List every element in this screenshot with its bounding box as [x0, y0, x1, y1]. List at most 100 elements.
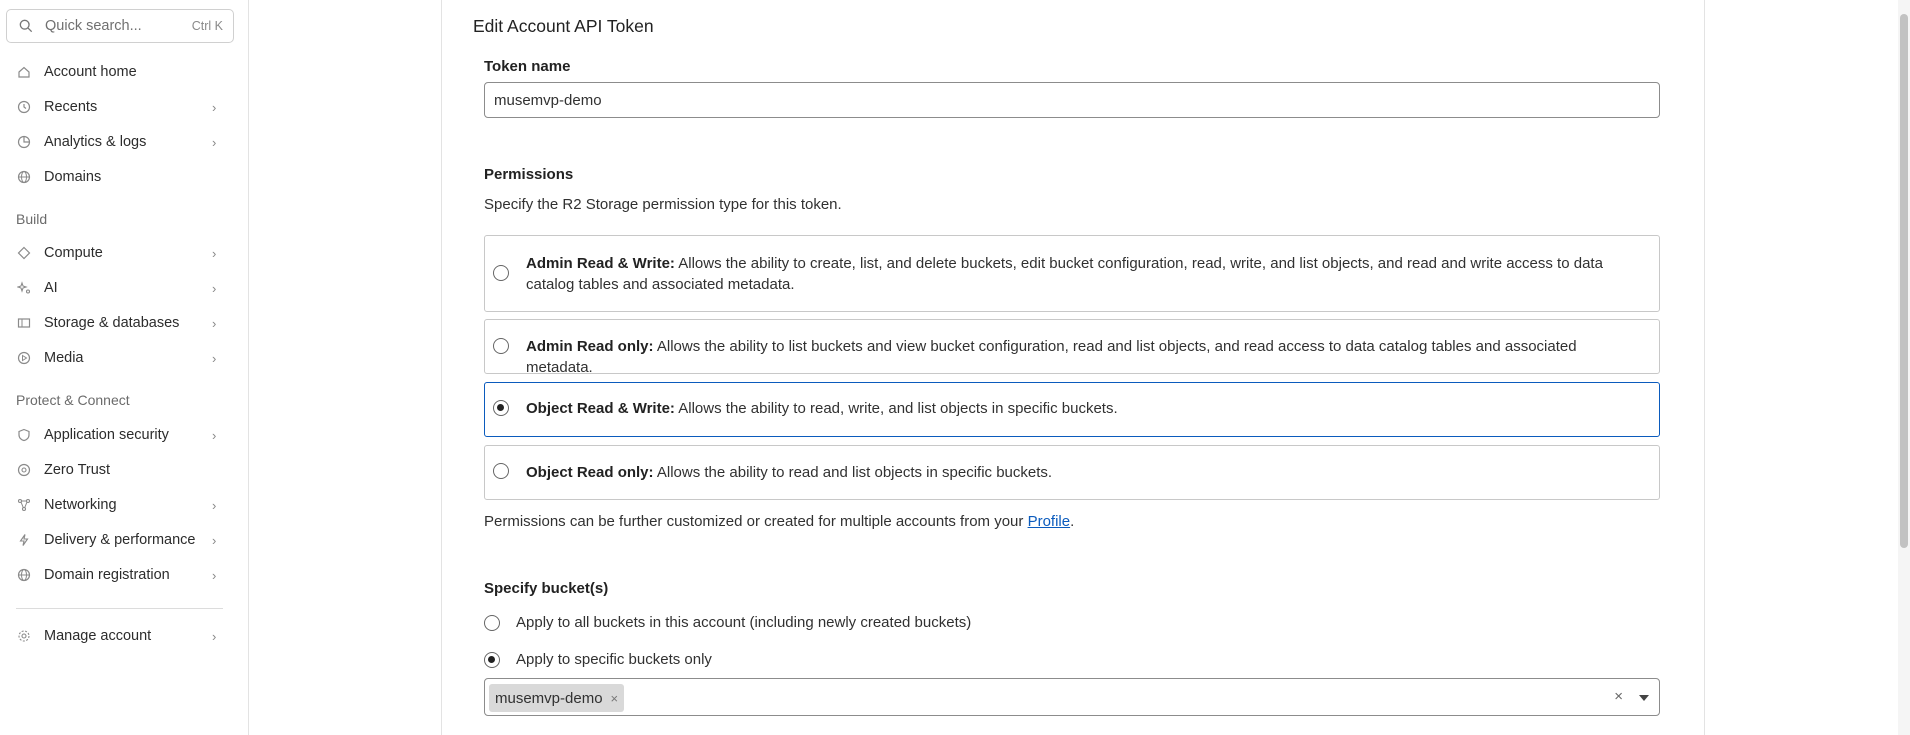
sidebar-item-label: Delivery & performance — [44, 532, 196, 548]
clear-selection-icon[interactable]: × — [1614, 688, 1623, 705]
token-name-input[interactable]: musemvp-demo — [484, 82, 1660, 118]
chevron-right-icon: › — [212, 134, 217, 150]
token-name-label: Token name — [484, 58, 571, 75]
profile-link[interactable]: Profile — [1028, 513, 1071, 530]
permissions-label: Permissions — [484, 166, 574, 183]
globe-icon — [17, 568, 31, 582]
zero-trust-icon — [17, 463, 31, 477]
bucket-option-specific-buckets[interactable]: Apply to specific buckets only — [484, 651, 712, 668]
shield-icon — [17, 428, 31, 442]
permissions-note-text: Permissions can be further customized or… — [484, 513, 1028, 530]
permissions-description: Specify the R2 Storage permission type f… — [484, 196, 842, 213]
chip-remove-icon[interactable]: × — [611, 691, 619, 706]
bucket-chip: musemvp-demo × — [489, 684, 625, 712]
globe-icon — [17, 170, 31, 184]
permission-option-title: Admin Read & Write: — [526, 255, 675, 272]
sidebar-item-analytics-logs[interactable]: Analytics & logs › — [0, 126, 234, 158]
network-icon — [17, 498, 31, 512]
chart-icon — [17, 135, 31, 149]
diamond-icon — [17, 246, 31, 260]
permission-radio[interactable] — [493, 338, 509, 354]
sidebar-item-label: Domains — [44, 169, 102, 185]
chevron-right-icon: › — [212, 427, 217, 443]
permission-option-text: Admin Read & Write: Allows the ability t… — [526, 253, 1629, 295]
sidebar-item-label: Manage account — [44, 628, 152, 644]
sidebar-item-media[interactable]: Media › — [0, 342, 234, 374]
gear-icon — [17, 629, 31, 643]
bucket-option-label: Apply to all buckets in this account (in… — [516, 614, 972, 631]
permission-option-text: Object Read only: Allows the ability to … — [526, 462, 1629, 483]
bucket-option-label: Apply to specific buckets only — [516, 651, 712, 668]
page-scrollbar[interactable] — [1898, 0, 1910, 735]
permission-option-desc: Allows the ability to read and list obje… — [653, 464, 1053, 481]
media-icon — [17, 351, 31, 365]
permission-option-text: Object Read & Write: Allows the ability … — [526, 398, 1629, 419]
sidebar-item-label: Zero Trust — [44, 462, 111, 478]
sidebar-item-storage-databases[interactable]: Storage & databases › — [0, 307, 234, 339]
sidebar-item-label: Networking — [44, 497, 117, 513]
permission-option-title: Admin Read only: — [526, 338, 654, 355]
permission-option-desc: Allows the ability to list buckets and v… — [526, 338, 1577, 376]
section-header-build: Build — [16, 211, 48, 227]
chevron-right-icon: › — [212, 245, 217, 261]
permission-option-object-read-write[interactable]: Object Read & Write: Allows the ability … — [484, 382, 1660, 437]
scrollbar-thumb[interactable] — [1900, 14, 1908, 548]
quick-search-input[interactable]: Quick search... Ctrl K — [6, 9, 234, 43]
permission-option-text: Admin Read only: Allows the ability to l… — [526, 336, 1629, 378]
sidebar-item-account-home[interactable]: Account home — [0, 56, 234, 88]
chevron-right-icon: › — [212, 567, 217, 583]
dropdown-caret-icon[interactable] — [1639, 695, 1649, 701]
permission-option-desc: Allows the ability to read, write, and l… — [674, 400, 1118, 417]
chevron-right-icon: › — [212, 532, 217, 548]
permission-option-admin-read-write[interactable]: Admin Read & Write: Allows the ability t… — [484, 235, 1660, 312]
sidebar-divider — [16, 608, 223, 609]
sidebar-item-label: Compute — [44, 245, 103, 261]
chevron-right-icon: › — [212, 350, 217, 366]
permissions-note: Permissions can be further customized or… — [484, 513, 1074, 530]
search-placeholder: Quick search... — [45, 18, 142, 34]
chevron-right-icon: › — [212, 628, 217, 644]
permission-option-desc: Allows the ability to create, list, and … — [526, 255, 1603, 293]
token-name-value: musemvp-demo — [494, 91, 602, 109]
clock-icon — [17, 100, 31, 114]
bolt-icon — [17, 533, 31, 547]
storage-icon — [17, 316, 31, 330]
permission-radio[interactable] — [493, 265, 509, 281]
sidebar-item-ai[interactable]: AI › — [0, 272, 234, 304]
sidebar-item-label: Recents — [44, 99, 98, 115]
sidebar-item-domains[interactable]: Domains — [0, 161, 234, 193]
permission-option-object-read-only[interactable]: Object Read only: Allows the ability to … — [484, 445, 1660, 500]
sidebar-item-domain-registration[interactable]: Domain registration › — [0, 559, 234, 591]
bucket-radio[interactable] — [484, 614, 500, 631]
bucket-chip-label: musemvp-demo — [495, 689, 603, 707]
sidebar-item-compute[interactable]: Compute › — [0, 237, 234, 269]
sidebar-item-zero-trust[interactable]: Zero Trust — [0, 454, 234, 486]
permission-radio-selected[interactable] — [493, 400, 509, 416]
bucket-radio-selected[interactable] — [484, 651, 500, 668]
specify-buckets-label: Specify bucket(s) — [484, 580, 609, 597]
search-shortcut: Ctrl K — [191, 19, 223, 33]
sidebar: Quick search... Ctrl K Account home Rece… — [0, 0, 249, 735]
chevron-right-icon: › — [212, 99, 217, 115]
search-icon — [19, 19, 33, 33]
chevron-right-icon: › — [212, 315, 217, 331]
sidebar-item-label: Domain registration — [44, 567, 170, 583]
chevron-right-icon: › — [212, 497, 217, 513]
sidebar-item-networking[interactable]: Networking › — [0, 489, 234, 521]
sidebar-item-label: Application security — [44, 427, 169, 443]
page-title: Edit Account API Token — [473, 16, 654, 36]
section-header-protect-connect: Protect & Connect — [16, 392, 130, 408]
sidebar-item-recents[interactable]: Recents › — [0, 91, 234, 123]
permission-option-title: Object Read & Write: — [526, 400, 675, 417]
permission-option-title: Object Read only: — [526, 464, 654, 481]
bucket-multiselect[interactable]: musemvp-demo × × — [484, 678, 1660, 716]
sidebar-item-label: Account home — [44, 64, 137, 80]
permission-option-admin-read-only[interactable]: Admin Read only: Allows the ability to l… — [484, 319, 1660, 376]
sidebar-item-delivery-performance[interactable]: Delivery & performance › — [0, 524, 234, 556]
permissions-note-end: . — [1070, 513, 1075, 530]
sidebar-item-manage-account[interactable]: Manage account › — [0, 620, 234, 652]
bucket-option-all-buckets[interactable]: Apply to all buckets in this account (in… — [484, 614, 971, 631]
permission-radio[interactable] — [493, 463, 509, 479]
sidebar-item-application-security[interactable]: Application security › — [0, 419, 234, 451]
sparkle-icon — [17, 281, 31, 295]
